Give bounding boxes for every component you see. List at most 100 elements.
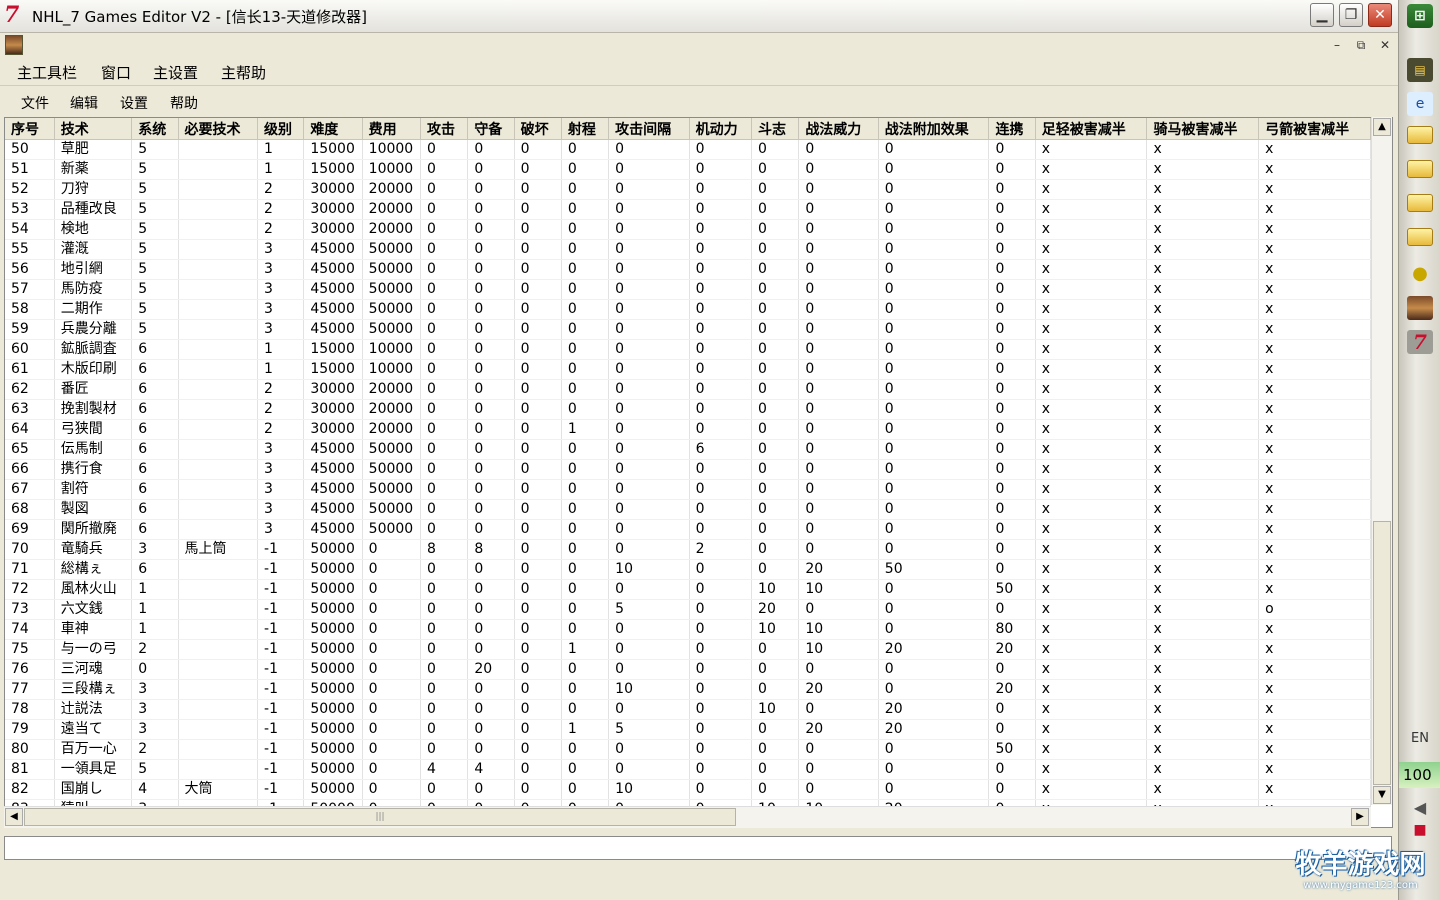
table-cell[interactable]: x (1146, 299, 1260, 320)
table-cell[interactable]: 0 (561, 219, 610, 240)
table-cell[interactable]: 30000 (303, 419, 363, 440)
table-cell[interactable]: 0 (878, 619, 990, 640)
table-cell[interactable]: 0 (467, 299, 515, 320)
table-cell[interactable]: 0 (561, 139, 610, 160)
table-cell[interactable]: 0 (608, 139, 690, 160)
horizontal-scroll-thumb[interactable]: ||| (24, 808, 736, 826)
table-cell[interactable]: 5 (131, 139, 179, 160)
table-cell[interactable]: 1 (561, 719, 610, 740)
table-cell[interactable]: 0 (798, 299, 879, 320)
table-cell[interactable]: 58 (5, 299, 55, 320)
table-cell[interactable]: 67 (5, 479, 55, 500)
table-cell[interactable]: 0 (751, 259, 800, 280)
table-cell[interactable]: 0 (689, 199, 753, 220)
table-cell[interactable]: 0 (514, 219, 562, 240)
table-cell[interactable]: 0 (420, 239, 469, 260)
table-row[interactable]: 56 地引網 5 3 45000 50000 0 0 0 0 0 0 0 0 0 0 x x x (5, 259, 1371, 280)
table-cell[interactable]: 0 (608, 199, 690, 220)
table-cell[interactable]: x (1258, 759, 1371, 780)
table-cell[interactable]: 0 (561, 679, 610, 700)
table-cell[interactable]: 0 (561, 439, 610, 460)
table-cell[interactable]: x (1146, 679, 1260, 700)
table-cell[interactable]: 0 (514, 179, 562, 200)
table-cell[interactable]: 0 (467, 719, 515, 740)
table-cell[interactable]: 15000 (303, 359, 363, 380)
table-cell[interactable]: x (1258, 199, 1371, 220)
table-cell[interactable]: 1 (561, 419, 610, 440)
table-cell[interactable]: 0 (514, 759, 562, 780)
table-cell[interactable]: 0 (362, 719, 422, 740)
table-cell[interactable]: 0 (420, 559, 469, 580)
column-header[interactable]: 破坏 (514, 118, 562, 140)
table-cell[interactable]: 8 (420, 539, 469, 560)
browser-icon[interactable]: e (1407, 92, 1433, 116)
tray-app-icon[interactable]: ■ (1407, 818, 1433, 842)
table-cell[interactable]: 0 (362, 539, 422, 560)
table-row[interactable]: 61 木版印刷 6 1 15000 10000 0 0 0 0 0 0 0 0 0 0 x x x (5, 359, 1371, 380)
table-cell[interactable]: 20 (751, 599, 800, 620)
table-cell[interactable]: 0 (878, 159, 990, 180)
table-cell[interactable]: x (1146, 639, 1260, 660)
table-cell[interactable]: 三段構ぇ (54, 679, 133, 700)
table-cell[interactable]: 0 (751, 139, 800, 160)
table-cell[interactable]: 30000 (303, 179, 363, 200)
table-cell[interactable] (178, 339, 259, 360)
table-cell[interactable]: 0 (608, 399, 690, 420)
table-cell[interactable]: x (1035, 479, 1148, 500)
table-cell[interactable]: 50000 (303, 559, 363, 580)
table-cell[interactable]: 20 (878, 719, 990, 740)
table-cell[interactable]: x (1258, 279, 1371, 300)
table-cell[interactable]: 0 (988, 659, 1036, 680)
table-cell[interactable] (178, 399, 259, 420)
table-cell[interactable]: 0 (689, 379, 753, 400)
table-cell[interactable]: x (1146, 359, 1260, 380)
table-cell[interactable]: 4 (420, 759, 469, 780)
table-cell[interactable]: 番匠 (54, 379, 133, 400)
table-cell[interactable]: x (1258, 579, 1371, 600)
column-header[interactable]: 机动力 (689, 118, 753, 140)
table-cell[interactable]: 20 (878, 639, 990, 660)
table-cell[interactable]: 辻説法 (54, 699, 133, 720)
table-cell[interactable]: x (1258, 439, 1371, 460)
column-header[interactable]: 系统 (131, 118, 179, 140)
archive-icon[interactable]: ▤ (1407, 58, 1433, 82)
table-cell[interactable]: 0 (514, 399, 562, 420)
table-cell[interactable]: 20 (798, 679, 879, 700)
table-cell[interactable]: x (1258, 639, 1371, 660)
table-cell[interactable]: 0 (689, 339, 753, 360)
table-cell[interactable]: 0 (561, 239, 610, 260)
table-cell[interactable]: 0 (467, 679, 515, 700)
table-cell[interactable]: 50000 (303, 659, 363, 680)
table-cell[interactable]: 80 (988, 619, 1036, 640)
child-restore-button[interactable]: ⧉ (1352, 37, 1370, 53)
table-row[interactable]: 66 携行食 6 3 45000 50000 0 0 0 0 0 0 0 0 0 0 x x x (5, 459, 1371, 480)
table-cell[interactable]: x (1035, 399, 1148, 420)
table-cell[interactable] (178, 359, 259, 380)
table-cell[interactable]: 0 (420, 599, 469, 620)
table-cell[interactable]: 0 (751, 759, 800, 780)
table-cell[interactable]: x (1035, 539, 1148, 560)
table-cell[interactable]: 0 (467, 599, 515, 620)
table-cell[interactable]: x (1146, 139, 1260, 160)
table-cell[interactable]: 45000 (303, 279, 363, 300)
table-cell[interactable]: x (1258, 559, 1371, 580)
table-cell[interactable]: 15000 (303, 139, 363, 160)
table-cell[interactable]: 2 (257, 179, 305, 200)
table-cell[interactable]: 0 (131, 659, 179, 680)
table-cell[interactable]: x (1258, 139, 1371, 160)
table-cell[interactable]: 0 (420, 739, 469, 760)
table-cell[interactable]: 国崩し (54, 779, 133, 800)
table-cell[interactable]: 5 (131, 219, 179, 240)
table-cell[interactable] (178, 479, 259, 500)
folder-icon-4[interactable] (1407, 228, 1433, 252)
table-cell[interactable]: 0 (561, 559, 610, 580)
table-cell[interactable]: 5 (131, 239, 179, 260)
table-cell[interactable]: 0 (561, 159, 610, 180)
table-cell[interactable]: 6 (131, 559, 179, 580)
table-cell[interactable]: 0 (561, 359, 610, 380)
table-cell[interactable]: 新薬 (54, 159, 133, 180)
table-row[interactable]: 62 番匠 6 2 30000 20000 0 0 0 0 0 0 0 0 0 0 x x x (5, 379, 1371, 400)
table-cell[interactable]: 0 (362, 619, 422, 640)
data-grid[interactable]: 序号 技术 系统 必要技术 级别 难度 费用 攻击 守备 破坏 射程 攻击间隔 机动力 斗志 战法威力 战法附… (4, 117, 1393, 828)
table-cell[interactable]: 0 (988, 359, 1036, 380)
